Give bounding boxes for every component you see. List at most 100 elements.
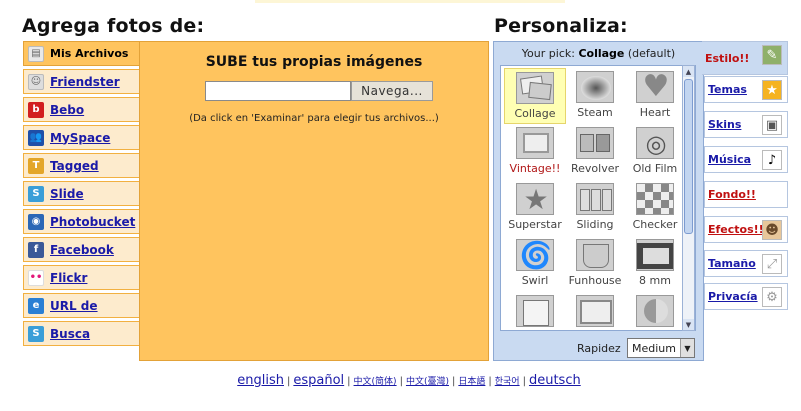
source-tab-facebook[interactable]: f Facebook xyxy=(23,237,141,262)
thumbnail-shape xyxy=(581,76,611,100)
source-tab-label: Facebook xyxy=(50,242,114,257)
customize-tab-label: Fondo!! xyxy=(708,188,756,201)
customize-tab-label: Estilo!! xyxy=(705,51,750,65)
customize-tab-label: Tamaño xyxy=(708,257,756,270)
file-path-input[interactable] xyxy=(205,81,351,101)
scroll-down-arrow-icon[interactable]: ▼ xyxy=(683,319,694,330)
source-tab-label: MySpace xyxy=(50,130,111,145)
source-tab-tagged[interactable]: T Tagged xyxy=(23,153,141,178)
source-tab-url-de[interactable]: e URL de xyxy=(23,293,141,318)
source-tab-label: Bebo xyxy=(50,102,85,117)
style-option-sliding[interactable]: Sliding xyxy=(564,180,626,236)
language-separator: | xyxy=(522,376,526,387)
source-tab-slide[interactable]: S Slide xyxy=(23,181,141,206)
style-option-steam[interactable]: Steam xyxy=(564,68,626,124)
scroll-up-arrow-icon[interactable]: ▲ xyxy=(683,66,694,77)
style-option-revolver[interactable]: Revolver xyxy=(564,124,626,180)
add-photos-heading: Agrega fotos de: xyxy=(22,15,205,37)
style-option-vintage[interactable]: Vintage!! xyxy=(504,124,566,180)
browse-button[interactable]: Navega... xyxy=(351,81,433,101)
style-option-checker[interactable]: Checker xyxy=(624,180,686,236)
customize-tab-privacía[interactable]: Privacía ⚙ xyxy=(704,283,788,310)
style-option-funhouse[interactable]: Funhouse xyxy=(564,236,626,292)
customize-heading: Personaliza: xyxy=(494,15,628,37)
source-tab-myspace[interactable]: 👥 MySpace xyxy=(23,125,141,150)
language-link[interactable]: deutsch xyxy=(529,373,581,388)
style-option-heart[interactable]: ♥ Heart xyxy=(624,68,686,124)
style-option-item-13[interactable] xyxy=(564,292,626,330)
customize-tab-fondo[interactable]: Fondo!! xyxy=(704,181,788,208)
customize-tab-label: Privacía xyxy=(708,290,758,303)
style-option-item-14[interactable] xyxy=(624,292,686,330)
source-tab-bebo[interactable]: b Bebo xyxy=(23,97,141,122)
source-tab-flickr[interactable]: •• Flickr xyxy=(23,265,141,290)
scrollbar-thumb[interactable] xyxy=(684,79,693,234)
source-tab-friendster[interactable]: ☺ Friendster xyxy=(23,69,141,94)
language-link[interactable]: 中文(臺灣) xyxy=(406,377,449,387)
smiley-icon: ☺ xyxy=(28,73,44,90)
language-link[interactable]: 中文(简体) xyxy=(354,377,397,387)
thumbnail-shape xyxy=(644,299,668,323)
source-tab-label: Busca xyxy=(50,326,91,341)
customize-tab-temas[interactable]: Temas ★ xyxy=(704,76,788,103)
source-tab-label: Slide xyxy=(50,186,84,201)
style-option-label: 8 mm xyxy=(639,274,671,287)
style-grid-scrollbar[interactable]: ▲ ▼ xyxy=(682,65,695,331)
thumbnail-shape xyxy=(580,134,594,152)
language-link[interactable]: 日本語 xyxy=(458,377,485,387)
style-option-label: Steam xyxy=(577,106,613,119)
browser-icon: e xyxy=(28,297,44,314)
top-decoration-line xyxy=(255,0,565,3)
sliding-icon xyxy=(576,183,614,215)
style-option-collage[interactable]: Collage xyxy=(504,68,566,124)
customize-tab-estilo[interactable]: Estilo!! ✎ xyxy=(702,41,788,75)
language-link[interactable]: 한국어 xyxy=(495,377,520,387)
music-note-icon: ♪ xyxy=(762,150,782,170)
source-tab-label: Friendster xyxy=(50,74,120,89)
language-link[interactable]: español xyxy=(293,373,344,388)
customize-tab-label: Temas xyxy=(708,83,747,96)
style-option-old-film[interactable]: ◎ Old Film xyxy=(624,124,686,180)
thumbnail-shape: ◎ xyxy=(645,130,667,158)
source-tab-label: Tagged xyxy=(50,158,99,173)
source-tab-label: URL de xyxy=(50,298,98,313)
style-option-superstar[interactable]: ★ Superstar xyxy=(504,180,566,236)
folder-icon: ▤ xyxy=(28,45,44,62)
customize-tab-tamaño[interactable]: Tamaño ⤢ xyxy=(704,250,788,277)
vintage-icon xyxy=(516,127,554,159)
language-separator: | xyxy=(347,376,351,387)
search-icon: S xyxy=(28,325,44,342)
source-tab-photobucket[interactable]: ◉ Photobucket xyxy=(23,209,141,234)
people-icon: 👥 xyxy=(28,129,44,146)
effects-icon: ☻ xyxy=(762,220,782,240)
thumbnail-shape xyxy=(523,133,549,153)
style-option-label: Revolver xyxy=(570,162,619,175)
pick-suffix: (default) xyxy=(627,47,676,60)
style-option-label: Funhouse xyxy=(568,274,622,287)
source-tab-mis-archivos[interactable]: ▤ Mis Archivos xyxy=(23,41,143,66)
thumbnail-shape xyxy=(580,300,612,324)
speed-select[interactable]: Medium ▼ xyxy=(627,338,695,358)
customize-tab-música[interactable]: Música ♪ xyxy=(704,146,788,173)
steam-icon xyxy=(576,71,614,103)
language-link[interactable]: english xyxy=(237,373,284,388)
flickr-icon: •• xyxy=(28,269,44,286)
bebo-icon: b xyxy=(28,101,44,118)
star-icon: ★ xyxy=(516,183,554,215)
checker-icon xyxy=(636,183,674,215)
source-tab-busca[interactable]: S Busca xyxy=(23,321,141,346)
customize-tab-efectos[interactable]: Efectos!! ☻ xyxy=(704,216,788,243)
page-curl-icon xyxy=(516,295,554,327)
thumbnail-shape xyxy=(528,81,552,101)
style-option-label: Superstar xyxy=(508,218,562,231)
customize-tab-skins[interactable]: Skins ▣ xyxy=(704,111,788,138)
chevron-down-icon[interactable]: ▼ xyxy=(680,339,694,357)
thumbnail-shape xyxy=(602,189,612,211)
style-option-swirl[interactable]: 🌀 Swirl xyxy=(504,236,566,292)
language-separator: | xyxy=(287,376,291,387)
thumbnail-shape xyxy=(580,189,590,211)
style-option-item-12[interactable] xyxy=(504,292,566,330)
thumbnail-shape xyxy=(591,189,601,211)
pick-prefix: Your pick: xyxy=(521,47,575,60)
style-option-8-mm[interactable]: 8 mm xyxy=(624,236,686,292)
